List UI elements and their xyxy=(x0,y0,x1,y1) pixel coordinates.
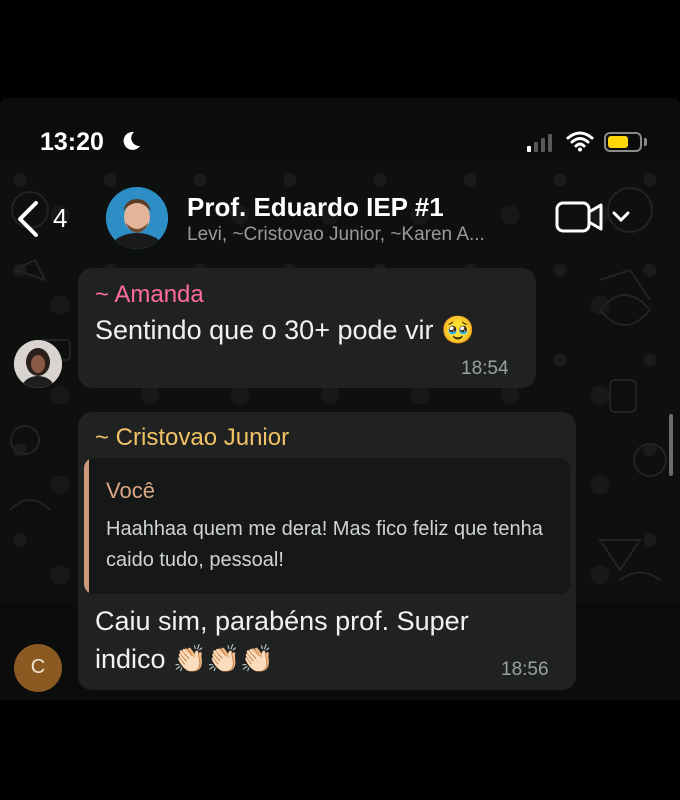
avatar-initial: C xyxy=(30,656,46,678)
group-avatar[interactable] xyxy=(106,187,168,249)
chevron-down-icon[interactable] xyxy=(612,210,630,224)
chat-title[interactable]: Prof. Eduardo IEP #1 xyxy=(187,192,444,223)
message-bubble-cristovao[interactable]: ~ Cristovao Junior Você Haahhaa quem me … xyxy=(78,412,576,690)
avatar-photo xyxy=(106,187,168,249)
back-button[interactable] xyxy=(12,196,82,242)
wifi-icon xyxy=(566,131,594,152)
battery-icon xyxy=(604,132,642,152)
quote-text: Haahhaa quem me dera! Mas fico feliz que… xyxy=(106,518,543,571)
sender-name: ~ Cristovao Junior xyxy=(95,424,290,451)
unread-count: 4 xyxy=(53,203,68,233)
battery-level xyxy=(608,136,628,148)
chevron-left-icon xyxy=(18,201,38,237)
cristovao-avatar[interactable]: C xyxy=(14,644,62,692)
video-camera-icon[interactable] xyxy=(555,200,605,234)
chat-participants[interactable]: Levi, ~Cristovao Junior, ~Karen A... xyxy=(187,224,485,246)
message-text-line1: Caiu sim, parabéns prof. Super xyxy=(95,606,469,636)
message-bubble-amanda[interactable]: ~ Amanda Sentindo que o 30+ pode vir 🥹 1… xyxy=(78,268,536,388)
quote-bar xyxy=(84,458,89,594)
amanda-avatar-photo xyxy=(14,340,62,388)
amanda-avatar[interactable] xyxy=(14,340,62,388)
message-time: 18:56 xyxy=(501,659,549,680)
moon-icon xyxy=(123,131,140,150)
signal-icon xyxy=(527,134,552,152)
status-time: 13:20 xyxy=(40,128,104,156)
quote-author: Você xyxy=(106,478,155,503)
scroll-indicator[interactable] xyxy=(669,414,673,476)
message-text: Sentindo que o 30+ pode vir 🥹 xyxy=(95,315,475,345)
sender-name: ~ Amanda xyxy=(95,281,204,308)
battery-cap xyxy=(644,138,647,146)
message-time: 18:54 xyxy=(461,358,509,379)
quoted-message[interactable]: Você Haahhaa quem me dera! Mas fico feli… xyxy=(84,458,570,594)
message-text-line2: indico 👏🏻👏🏻👏🏻 xyxy=(95,644,274,674)
